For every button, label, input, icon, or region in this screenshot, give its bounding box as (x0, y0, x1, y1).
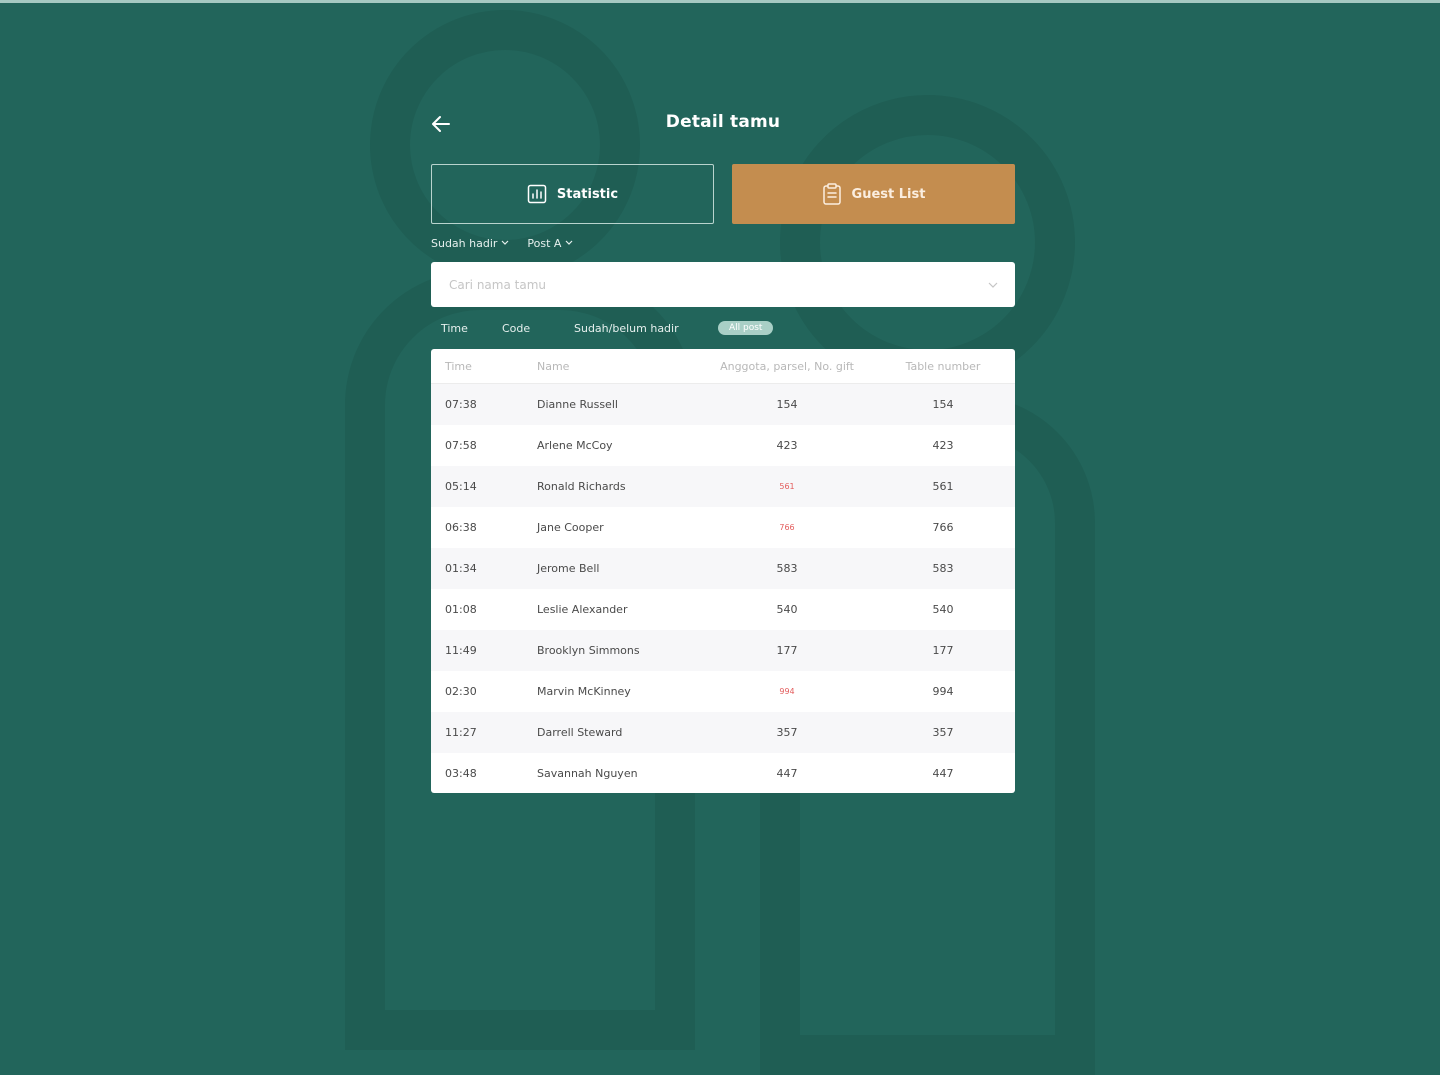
tab-statistic[interactable]: Statistic (431, 164, 714, 224)
cell-name: Brooklyn Simmons (537, 644, 640, 657)
cell-name: Dianne Russell (537, 398, 618, 411)
cell-name: Savannah Nguyen (537, 767, 638, 780)
cell-time: 01:34 (445, 562, 477, 575)
sort-bar: Time Code Sudah/belum hadir All post (441, 319, 774, 337)
table-row[interactable]: 11:27 Darrell Steward 357 357 (431, 712, 1015, 753)
sort-time[interactable]: Time (441, 322, 502, 335)
cell-count: 540 (776, 603, 798, 616)
cell-count: 423 (776, 439, 798, 452)
cell-table-number: 561 (932, 480, 954, 493)
cell-time: 03:48 (445, 767, 477, 780)
cell-name: Darrell Steward (537, 726, 623, 739)
cell-name: Jerome Bell (537, 562, 600, 575)
table-row[interactable]: 05:14 Ronald Richards 561 561 (431, 466, 1015, 507)
sort-code[interactable]: Code (502, 322, 574, 335)
cell-name: Jane Cooper (537, 521, 604, 534)
column-header-count[interactable]: Anggota, parsel, No. gift (717, 360, 857, 373)
cell-count: 177 (776, 644, 798, 657)
cell-time: 01:08 (445, 603, 477, 616)
guest-search-box (431, 262, 1015, 307)
attendance-filter-dropdown[interactable]: Sudah hadir (431, 235, 509, 251)
table-row[interactable]: 11:49 Brooklyn Simmons 177 177 (431, 630, 1015, 671)
table-body: 07:38 Dianne Russell 154 154 07:58 Arlene McC… (431, 384, 1015, 793)
tab-statistic-label: Statistic (556, 186, 619, 202)
page-title: Detail tamu (665, 112, 781, 132)
page-header: Detail tamu (431, 100, 1015, 148)
table-row[interactable]: 06:38 Jane Cooper 766 766 (431, 507, 1015, 548)
cell-table-number: 447 (932, 767, 954, 780)
cell-count: 357 (776, 726, 798, 739)
table-row[interactable]: 01:34 Jerome Bell 583 583 (431, 548, 1015, 589)
top-border (0, 0, 1440, 3)
attendance-filter-label: Sudah hadir (431, 236, 498, 250)
cell-time: 06:38 (445, 521, 477, 534)
view-tabs: Statistic Guest List (431, 164, 1015, 224)
chevron-down-icon (566, 240, 573, 245)
cell-time: 07:38 (445, 398, 477, 411)
chevron-down-icon[interactable] (987, 279, 999, 291)
cell-count: 994 (779, 687, 795, 696)
cell-count: 766 (779, 523, 795, 532)
cell-table-number: 766 (932, 521, 954, 534)
table-row[interactable]: 07:38 Dianne Russell 154 154 (431, 384, 1015, 425)
table-row[interactable]: 02:30 Marvin McKinney 994 994 (431, 671, 1015, 712)
cell-name: Ronald Richards (537, 480, 626, 493)
cell-count: 154 (776, 398, 798, 411)
cell-time: 02:30 (445, 685, 477, 698)
cell-time: 05:14 (445, 480, 477, 493)
cell-table-number: 583 (932, 562, 954, 575)
tab-guest-list-label: Guest List (851, 186, 926, 202)
chevron-down-icon (501, 240, 509, 245)
cell-time: 07:58 (445, 439, 477, 452)
sort-attendance[interactable]: Sudah/belum hadir (574, 322, 718, 335)
clipboard-icon (822, 183, 841, 205)
cell-count: 447 (776, 767, 798, 780)
table-row[interactable]: 01:08 Leslie Alexander 540 540 (431, 589, 1015, 630)
all-post-chip[interactable]: All post (718, 321, 774, 335)
table-row[interactable]: 07:58 Arlene McCoy 423 423 (431, 425, 1015, 466)
column-header-name[interactable]: Name (537, 360, 717, 373)
column-header-table-number[interactable]: Table number (857, 360, 1015, 373)
guest-detail-panel: Detail tamu Statistic Guest List Sudah h… (431, 100, 1015, 793)
cell-table-number: 177 (932, 644, 954, 657)
cell-time: 11:49 (445, 644, 477, 657)
cell-table-number: 423 (932, 439, 954, 452)
tab-guest-list[interactable]: Guest List (732, 164, 1015, 224)
chart-icon (527, 184, 547, 204)
cell-name: Marvin McKinney (537, 685, 631, 698)
cell-name: Arlene McCoy (537, 439, 613, 452)
cell-table-number: 540 (932, 603, 954, 616)
cell-name: Leslie Alexander (537, 603, 628, 616)
cell-table-number: 154 (932, 398, 954, 411)
post-filter-dropdown[interactable]: Post A (527, 235, 573, 251)
post-filter-label: Post A (527, 236, 562, 250)
table-header: Time Name Anggota, parsel, No. gift Tabl… (431, 349, 1015, 384)
filter-bar: Sudah hadir Post A (431, 235, 573, 251)
cell-table-number: 994 (932, 685, 954, 698)
guest-table: Time Name Anggota, parsel, No. gift Tabl… (431, 349, 1015, 793)
cell-time: 11:27 (445, 726, 477, 739)
cell-count: 583 (776, 562, 798, 575)
cell-count: 561 (779, 482, 795, 491)
table-row[interactable]: 03:48 Savannah Nguyen 447 447 (431, 753, 1015, 793)
cell-table-number: 357 (932, 726, 954, 739)
column-header-time[interactable]: Time (431, 360, 537, 373)
search-input[interactable] (447, 276, 987, 293)
